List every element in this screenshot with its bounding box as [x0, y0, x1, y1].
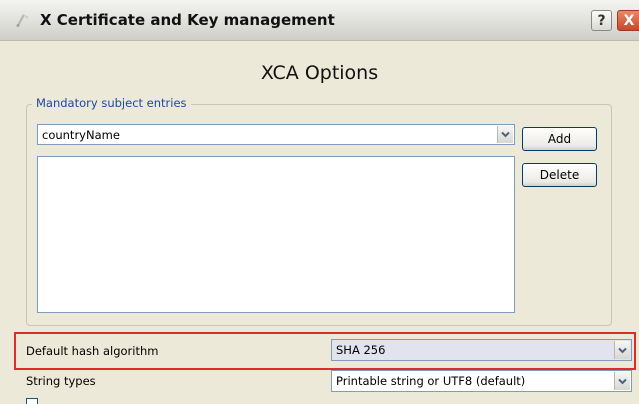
help-button[interactable]: ? [591, 10, 612, 31]
certificate-icon [14, 11, 32, 29]
string-types-select[interactable]: Printable string or UTF8 (default) [331, 370, 632, 392]
chevron-down-icon[interactable] [497, 126, 513, 143]
chevron-down-icon[interactable] [614, 372, 630, 390]
string-types-label: String types [26, 374, 96, 388]
subject-entry-value: countryName [42, 127, 120, 142]
subject-entry-select[interactable]: countryName [37, 124, 515, 145]
close-button[interactable]: X [617, 10, 639, 31]
dialog-heading: XCA Options [260, 62, 379, 84]
window-title: X Certificate and Key management [40, 11, 335, 29]
option-checkbox[interactable] [26, 398, 38, 404]
add-button[interactable]: Add [522, 127, 597, 151]
highlight-annotation [14, 332, 636, 370]
title-bar[interactable]: X Certificate and Key management ? X [0, 0, 639, 41]
options-dialog: X Certificate and Key management ? X XCA… [0, 0, 639, 404]
mandatory-entries-list[interactable] [37, 156, 515, 313]
delete-button[interactable]: Delete [522, 163, 597, 187]
string-types-value: Printable string or UTF8 (default) [336, 374, 526, 388]
group-legend: Mandatory subject entries [32, 96, 191, 110]
